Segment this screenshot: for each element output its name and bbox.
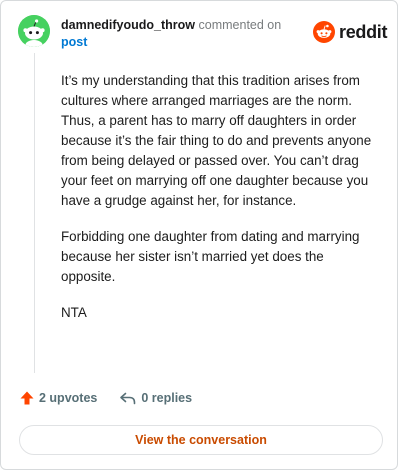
comment-paragraph: Forbidding one daughter from dating and …	[61, 229, 360, 284]
replies-button[interactable]: 0 replies	[119, 390, 192, 406]
view-conversation-button[interactable]: View the conversation	[19, 425, 383, 455]
reply-arrow-icon	[120, 392, 136, 405]
comment-header: damnedifyoudo_throw commented on post	[61, 17, 281, 51]
snoo-avatar-icon	[18, 15, 50, 47]
commented-on-text: commented on	[198, 18, 282, 32]
reddit-logo[interactable]: reddit	[313, 21, 388, 43]
upvote-arrow-icon	[20, 391, 34, 405]
comment-body: It’s my understanding that this traditio…	[61, 71, 377, 339]
upvote-count: 2 upvotes	[39, 391, 98, 405]
reply-count: 0 replies	[141, 391, 193, 405]
post-link[interactable]: post	[61, 35, 87, 49]
comment-paragraph: It’s my understanding that this traditio…	[61, 73, 372, 208]
upvote-button[interactable]: 2 upvotes	[19, 390, 97, 406]
embedded-comment-card: damnedifyoudo_throw commented on post re…	[0, 0, 398, 470]
username-link[interactable]: damnedifyoudo_throw	[61, 18, 195, 32]
reddit-logo-icon	[313, 21, 335, 43]
comment-actions: 2 upvotes 0 replies	[19, 390, 192, 406]
reddit-wordmark: reddit	[339, 21, 388, 42]
thread-line[interactable]	[34, 53, 35, 373]
user-avatar[interactable]	[18, 15, 50, 47]
comment-paragraph: NTA	[61, 305, 87, 320]
